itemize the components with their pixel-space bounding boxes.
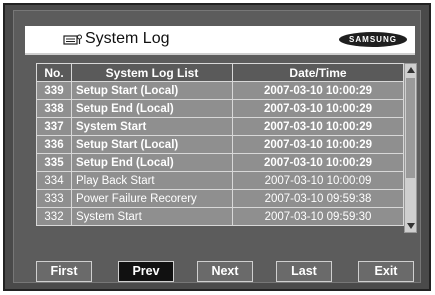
row-datetime: 2007-03-10 10:00:29: [232, 153, 404, 172]
table-row[interactable]: 332 System Start 2007-03-10 09:59:30: [36, 207, 404, 226]
row-number: 336: [36, 135, 72, 154]
row-number: 337: [36, 117, 72, 136]
row-event: Setup Start (Local): [71, 81, 233, 100]
next-button[interactable]: Next: [197, 261, 253, 282]
row-event: Setup End (Local): [71, 153, 233, 172]
first-button[interactable]: First: [36, 261, 92, 282]
row-event: Setup End (Local): [71, 99, 233, 118]
table-row[interactable]: 335 Setup End (Local) 2007-03-10 10:00:2…: [36, 153, 404, 172]
table-row[interactable]: 337 System Start 2007-03-10 10:00:29: [36, 117, 404, 136]
row-number: 338: [36, 99, 72, 118]
column-header-event: System Log List: [71, 63, 233, 82]
row-number: 332: [36, 207, 72, 226]
table-row[interactable]: 336 Setup Start (Local) 2007-03-10 10:00…: [36, 135, 404, 154]
row-number: 334: [36, 171, 72, 190]
row-number: 335: [36, 153, 72, 172]
row-event: Setup Start (Local): [71, 135, 233, 154]
row-event: System Start: [71, 207, 233, 226]
column-header-no: No.: [36, 63, 72, 82]
row-datetime: 2007-03-10 09:59:30: [232, 207, 404, 226]
scrollbar[interactable]: [404, 63, 417, 233]
table-row[interactable]: 339 Setup Start (Local) 2007-03-10 10:00…: [36, 81, 404, 100]
title-bar: System Log SAMSUNG: [25, 26, 415, 55]
system-log-table: No. System Log List Date/Time 339 Setup …: [36, 63, 404, 226]
row-datetime: 2007-03-10 10:00:29: [232, 99, 404, 118]
arrow-up-icon[interactable]: [407, 67, 415, 73]
row-number: 339: [36, 81, 72, 100]
row-datetime: 2007-03-10 10:00:29: [232, 117, 404, 136]
page-title: System Log: [85, 30, 170, 47]
prev-button[interactable]: Prev: [118, 261, 174, 282]
scroll-thumb[interactable]: [406, 78, 415, 178]
row-event: System Start: [71, 117, 233, 136]
keyboard-log-icon: [63, 34, 82, 45]
arrow-down-icon[interactable]: [407, 223, 415, 229]
table-row[interactable]: 333 Power Failure Recorery 2007-03-10 09…: [36, 189, 404, 208]
table-row[interactable]: 338 Setup End (Local) 2007-03-10 10:00:2…: [36, 99, 404, 118]
row-number: 333: [36, 189, 72, 208]
row-datetime: 2007-03-10 09:59:38: [232, 189, 404, 208]
row-datetime: 2007-03-10 10:00:29: [232, 135, 404, 154]
column-header-datetime: Date/Time: [232, 63, 404, 82]
row-event: Power Failure Recorery: [71, 189, 233, 208]
row-event: Play Back Start: [71, 171, 233, 190]
row-datetime: 2007-03-10 10:00:09: [232, 171, 404, 190]
table-row[interactable]: 334 Play Back Start 2007-03-10 10:00:09: [36, 171, 404, 190]
last-button[interactable]: Last: [276, 261, 332, 282]
exit-button[interactable]: Exit: [358, 261, 414, 282]
samsung-logo: SAMSUNG: [339, 32, 407, 47]
row-datetime: 2007-03-10 10:00:29: [232, 81, 404, 100]
table-header-row: No. System Log List Date/Time: [36, 63, 404, 82]
